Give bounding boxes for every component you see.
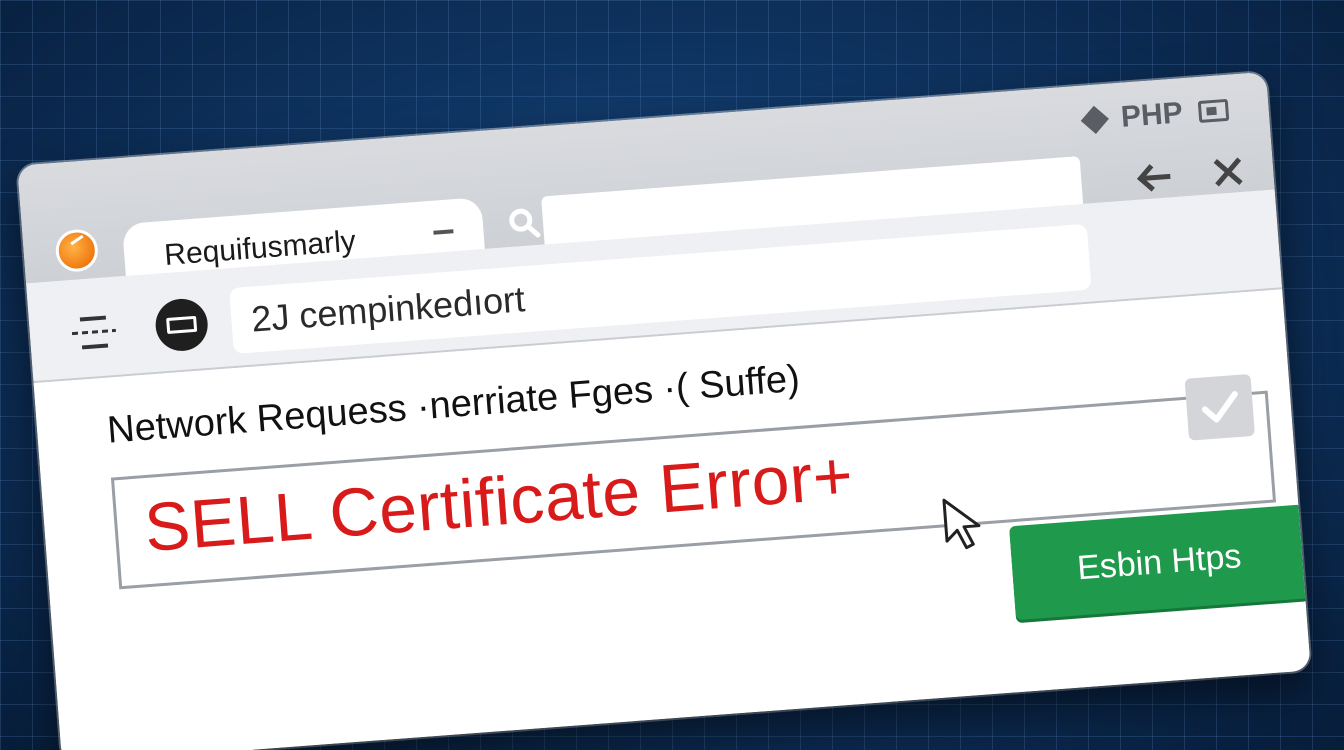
checkmark-icon bbox=[1201, 391, 1238, 423]
browser-window: PHP Requifusmarly 2J cempinkedıort Netwo… bbox=[17, 71, 1311, 750]
tab-close-icon[interactable] bbox=[433, 229, 454, 235]
mouse-cursor-icon bbox=[942, 498, 981, 550]
diamond-icon bbox=[1081, 105, 1110, 134]
confirm-checkbox[interactable] bbox=[1184, 373, 1255, 441]
menu-icon[interactable] bbox=[71, 311, 118, 354]
window-icon[interactable] bbox=[1197, 98, 1230, 124]
url-text: 2J cempinkedıort bbox=[249, 278, 527, 340]
php-label: PHP bbox=[1119, 96, 1184, 134]
